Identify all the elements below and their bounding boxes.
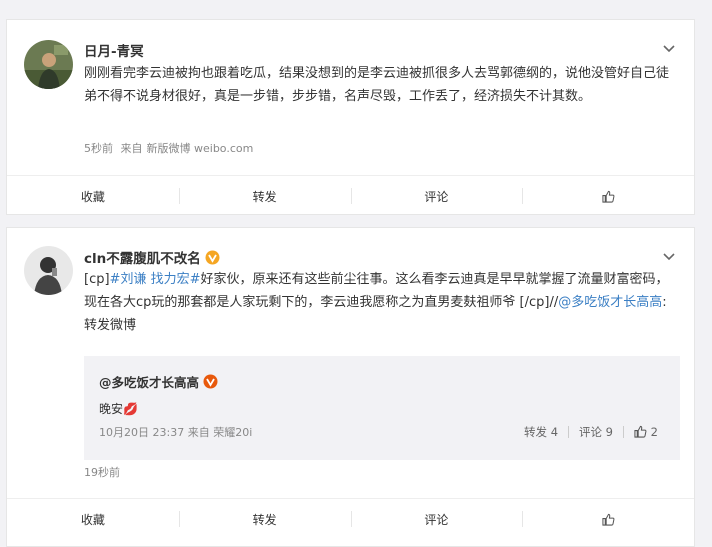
chevron-down-icon[interactable] [662, 42, 676, 56]
post-meta: 19秒前 [84, 464, 124, 480]
avatar-image [24, 40, 73, 89]
post-text: [cp]#刘谦 找力宏#好家伙，原来还有这些前尘往事。这么看李云迪真是早早就掌握… [84, 268, 674, 337]
repost-time[interactable]: 10月20日 23:37 [99, 426, 184, 439]
repost-source[interactable]: 荣耀20i [213, 426, 252, 439]
favorite-label: 收藏 [80, 512, 105, 527]
comment-button[interactable]: 评论 [350, 176, 523, 216]
source-prefix: 来自 [187, 426, 210, 439]
repost-username-row: @多吃饭才长高高 [99, 372, 218, 391]
comment-count-button[interactable]: 评论 9 [579, 424, 613, 440]
repost-button[interactable]: 转发 [178, 499, 351, 539]
comment-label: 评论 [424, 512, 449, 527]
feed-card-2: cln不露腹肌不改名 [cp]#刘谦 找力宏#好家伙，原来还有这些前尘往事。这么… [6, 227, 695, 547]
comment-label: 评论 [424, 189, 449, 204]
post-time[interactable]: 5秒前 [84, 142, 113, 155]
avatar-image [24, 246, 73, 295]
repost-count-button[interactable]: 转发 4 [524, 424, 558, 440]
topic-link[interactable]: #刘谦 找力宏# [110, 272, 201, 287]
reposted-card[interactable]: @多吃饭才长高高 晚安💋 10月20日 23:37 来自 荣耀20i 转发 4 … [84, 356, 680, 460]
favorite-label: 收藏 [80, 189, 105, 204]
source-prefix: 来自 [120, 142, 143, 155]
action-bar: 收藏 转发 评论 [7, 498, 694, 539]
repost-stats: 转发 4 评论 9 2 [524, 424, 658, 440]
like-button[interactable] [522, 176, 694, 216]
post-source[interactable]: 新版微博 weibo.com [147, 142, 254, 155]
thumbs-up-icon [602, 190, 615, 203]
post-meta: 5秒前 来自 新版微博 weibo.com [84, 140, 257, 156]
avatar[interactable] [24, 40, 73, 89]
favorite-button[interactable]: 收藏 [7, 176, 179, 216]
text-part-1: [cp] [84, 272, 110, 287]
mention-link[interactable]: @多吃饭才长高高 [558, 295, 662, 310]
thumbs-up-icon [634, 425, 647, 438]
username-row: cln不露腹肌不改名 [84, 247, 220, 267]
repost-label: 转发 [252, 512, 277, 527]
like-count: 2 [650, 425, 658, 439]
like-count-button[interactable]: 2 [634, 425, 658, 439]
avatar[interactable] [24, 246, 73, 295]
like-button[interactable] [522, 499, 694, 539]
username[interactable]: cln不露腹肌不改名 [84, 251, 201, 267]
thumbs-up-icon [602, 513, 615, 526]
repost-text: 晚安💋 [99, 402, 138, 416]
favorite-button[interactable]: 收藏 [7, 499, 179, 539]
comment-button[interactable]: 评论 [350, 499, 523, 539]
post-time[interactable]: 19秒前 [84, 466, 120, 479]
post-text: 刚刚看完李云迪被拘也跟着吃瓜，结果没想到的是李云迪被抓很多人去骂郭德纲的，说他没… [84, 66, 670, 104]
username[interactable]: 日月-青冥 [84, 40, 144, 60]
repost-label: 转发 [252, 189, 277, 204]
repost-username[interactable]: @多吃饭才长高高 [99, 375, 199, 390]
repost-meta: 10月20日 23:37 来自 荣耀20i [99, 424, 252, 440]
action-bar: 收藏 转发 评论 [7, 175, 694, 216]
repost-button[interactable]: 转发 [178, 176, 351, 216]
verified-badge-icon [205, 250, 220, 265]
chevron-down-icon[interactable] [662, 250, 676, 264]
feed-card-1: 日月-青冥 刚刚看完李云迪被拘也跟着吃瓜，结果没想到的是李云迪被抓很多人去骂郭德… [6, 19, 695, 215]
verified-badge-icon [203, 374, 218, 389]
